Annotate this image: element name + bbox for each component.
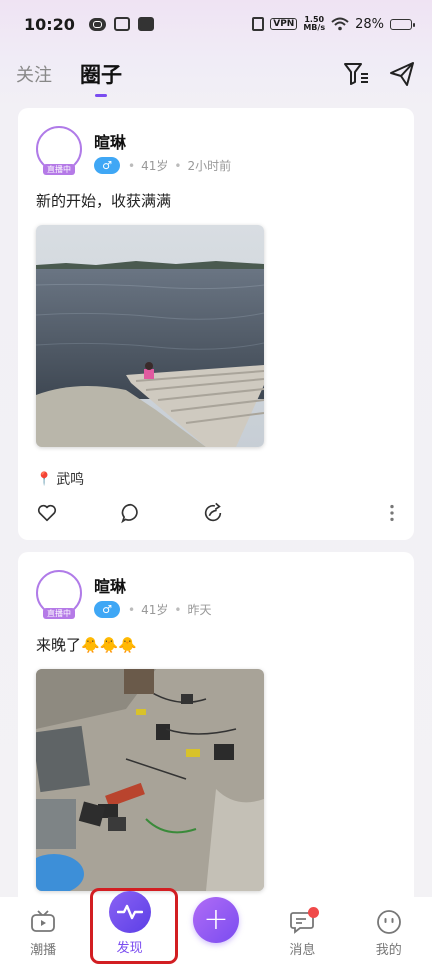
nav-label-discover: 发现 — [116, 941, 143, 956]
share-icon[interactable] — [202, 502, 224, 524]
vibrate-icon — [252, 17, 265, 31]
separator-dot: • — [128, 158, 136, 173]
avatar[interactable]: 直播中 — [36, 126, 82, 175]
author-info: 暄琳 ♂ • 41岁 • 昨天 — [94, 570, 211, 618]
author-name[interactable]: 暄琳 — [94, 573, 211, 597]
author-meta: ♂ • 41岁 • 2小时前 — [94, 157, 231, 174]
separator-dot: • — [128, 602, 136, 617]
location-pin-icon: 📍 — [36, 471, 53, 487]
send-icon[interactable] — [388, 60, 416, 88]
post-card[interactable]: 直播中 暄琳 ♂ • 41岁 • 昨天 来晚了🐥🐥🐥 — [18, 552, 414, 912]
male-icon: ♂ — [94, 157, 120, 174]
face-icon — [376, 910, 401, 934]
post-image-lake[interactable] — [36, 225, 264, 447]
app-screen: 10:20 VPN 1.50 MB/s 28% 关注 圈子 直播中 暄琳 ♂ •… — [0, 0, 432, 964]
post-text: 新的开始，收获满满 — [36, 192, 172, 210]
tab-follow[interactable]: 关注 — [16, 61, 52, 87]
comment-icon[interactable] — [120, 502, 142, 524]
plus-icon: + — [192, 897, 239, 943]
separator-dot: • — [174, 158, 182, 173]
network-speed-unit: MB/s — [303, 23, 326, 32]
notification-icons — [88, 17, 154, 31]
nav-label-messages: 消息 — [289, 943, 316, 958]
tv-icon — [31, 910, 56, 932]
author-name[interactable]: 暄琳 — [94, 129, 231, 153]
app-notification-icon — [88, 17, 106, 31]
post-feed: 直播中 暄琳 ♂ • 41岁 • 2小时前 新的开始，收获满满 📍 武鸣 直播中… — [18, 108, 414, 924]
nav-item-publish[interactable]: + — [181, 897, 251, 943]
top-tab-bar: 关注 圈子 — [0, 52, 432, 96]
author-age: 41岁 — [141, 159, 169, 173]
post-actions — [36, 502, 396, 524]
nav-label-live: 潮播 — [30, 943, 57, 958]
box-notification-icon — [113, 17, 130, 31]
author-row: 直播中 暄琳 ♂ • 41岁 • 2小时前 — [36, 126, 396, 175]
more-options-icon[interactable] — [388, 502, 396, 524]
battery-icon — [390, 18, 415, 30]
post-text: 来晚了🐥🐥🐥 — [36, 636, 138, 654]
author-row: 直播中 暄琳 ♂ • 41岁 • 昨天 — [36, 570, 396, 619]
post-time: 昨天 — [187, 603, 212, 617]
author-age: 41岁 — [141, 603, 169, 617]
vpn-badge: VPN — [270, 18, 298, 30]
nav-item-live[interactable]: 潮播 — [8, 903, 78, 958]
separator-dot: • — [174, 602, 182, 617]
location-row[interactable]: 📍 武鸣 — [36, 469, 396, 489]
wifi-icon — [331, 17, 349, 31]
post-card[interactable]: 直播中 暄琳 ♂ • 41岁 • 2小时前 新的开始，收获满满 📍 武鸣 — [18, 108, 414, 540]
status-bar: 10:20 VPN 1.50 MB/s 28% — [0, 0, 432, 48]
nav-item-profile[interactable]: 我的 — [354, 903, 424, 958]
pulse-icon — [108, 891, 151, 933]
location-name: 武鸣 — [56, 472, 85, 488]
bottom-nav: 潮播 发现 + 消息 我的 — [0, 891, 432, 964]
unread-badge — [308, 907, 320, 918]
heart-icon[interactable] — [36, 502, 58, 524]
author-meta: ♂ • 41岁 • 昨天 — [94, 601, 211, 618]
status-time: 10:20 — [24, 14, 75, 34]
top-actions — [342, 60, 416, 88]
post-time: 2小时前 — [187, 159, 232, 173]
live-badge: 直播中 — [43, 164, 75, 175]
nav-item-discover[interactable]: 发现 — [95, 891, 165, 956]
live-badge: 直播中 — [43, 608, 75, 619]
filter-icon[interactable] — [342, 60, 370, 88]
nav-item-messages[interactable]: 消息 — [267, 903, 337, 958]
male-icon: ♂ — [94, 601, 120, 618]
nav-label-profile: 我的 — [375, 943, 402, 958]
network-speed: 1.50 MB/s — [303, 16, 325, 32]
mail-notification-icon — [137, 17, 154, 31]
author-info: 暄琳 ♂ • 41岁 • 2小时前 — [94, 126, 231, 174]
post-image-tools[interactable] — [36, 669, 264, 891]
system-indicators: VPN 1.50 MB/s 28% — [252, 16, 415, 32]
battery-percent: 28% — [355, 16, 384, 32]
tab-circle[interactable]: 圈子 — [80, 59, 122, 89]
avatar[interactable]: 直播中 — [36, 570, 82, 619]
